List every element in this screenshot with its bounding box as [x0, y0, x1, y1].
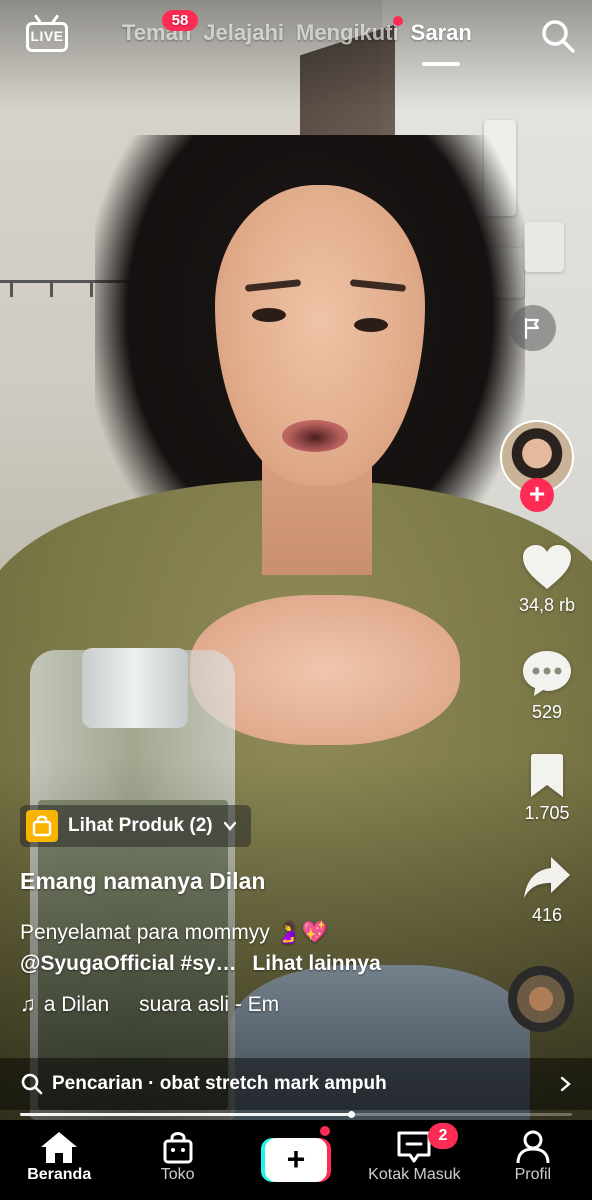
product-link-chip[interactable]: Lihat Produk (2) [20, 805, 251, 847]
tab-label: Mengikuti [296, 20, 399, 45]
see-more-link[interactable]: Lihat lainnya [252, 952, 380, 975]
report-button[interactable] [510, 305, 556, 351]
person-eye [354, 318, 388, 332]
action-column: + 34,8 rb 529 1.705 416 [500, 0, 592, 1120]
nav-profile[interactable]: Profil [474, 1120, 592, 1200]
flag-icon [524, 317, 540, 340]
tab-jelajahi[interactable]: Jelajahi [203, 20, 284, 56]
save-action[interactable]: 1.705 [502, 753, 592, 824]
sound-original: suara asli - Em [139, 993, 280, 1016]
comment-icon [523, 651, 571, 696]
sound-title: a Dilan [43, 993, 110, 1016]
nav-label: Kotak Masuk [368, 1166, 461, 1183]
share-count: 416 [531, 905, 563, 925]
create-button[interactable]: + [261, 1138, 332, 1182]
caption-text: Penyelamat para mommyy 🤰💖 [20, 921, 328, 944]
person-mouth [282, 420, 348, 452]
live-tv-icon[interactable]: LIVE [26, 14, 68, 54]
author-name[interactable]: Emang namanya Dilan [20, 868, 265, 895]
active-tab-indicator [422, 62, 461, 66]
nav-shop[interactable]: Toko [118, 1120, 331, 1200]
nav-label: Toko [160, 1166, 195, 1183]
notification-dot [392, 16, 403, 26]
tab-saran[interactable]: Saran [410, 20, 472, 66]
nav-label: Beranda [27, 1166, 92, 1183]
like-count: 34,8 rb [518, 595, 576, 615]
like-action[interactable]: 34,8 rb [502, 543, 592, 616]
live-label: LIVE [30, 28, 64, 44]
chevron-right-icon [560, 1076, 571, 1092]
plus-icon: + [265, 1138, 328, 1182]
shopping-bag-icon [26, 810, 58, 842]
bottom-navigation: Beranda Toko + Kotak Masuk Profil [0, 1120, 592, 1200]
caption-tags[interactable]: @SyugaOfficial #sy… [20, 952, 237, 975]
tab-label: Saran [410, 20, 472, 45]
inbox-count-badge: 2 [428, 1123, 458, 1149]
search-suggestion-bar[interactable]: Pencarian · obat stretch mark ampuh [0, 1058, 592, 1110]
nav-label: Profil [514, 1166, 552, 1183]
tab-teman[interactable]: Teman 58 [122, 10, 198, 56]
sound-marquee[interactable]: ♫ a Dilan suara asli - Em [20, 993, 279, 1017]
person-eye [252, 308, 286, 322]
feed-tabs: Teman 58 Jelajahi Mengikuti Saran [122, 10, 472, 66]
sound-disc[interactable] [508, 966, 574, 1032]
comment-count: 529 [531, 702, 563, 722]
save-count: 1.705 [524, 803, 570, 823]
heart-icon [523, 545, 571, 589]
bookmark-icon [531, 754, 563, 797]
product-bottle-cap [82, 648, 188, 728]
follow-button[interactable]: + [520, 478, 554, 512]
friends-count-badge: 58 [162, 10, 198, 31]
nav-create[interactable]: + [237, 1120, 355, 1200]
product-link-label: Lihat Produk (2) [68, 815, 213, 836]
playback-progress-fill [20, 1113, 352, 1116]
search-suggestion-text: Pencarian · obat stretch mark ampuh [52, 1073, 387, 1094]
shop-bag-icon [163, 1132, 193, 1164]
share-action[interactable]: 416 [502, 855, 592, 926]
tab-mengikuti[interactable]: Mengikuti [296, 16, 403, 56]
tab-label: Jelajahi [203, 20, 284, 45]
chevron-down-icon [223, 821, 236, 831]
search-icon [21, 1073, 43, 1095]
profile-icon [516, 1130, 550, 1164]
share-arrow-icon [524, 857, 570, 898]
comment-action[interactable]: 529 [502, 648, 592, 723]
playback-progress-bar[interactable] [20, 1111, 572, 1118]
post-caption[interactable]: Penyelamat para mommyy 🤰💖 @SyugaOfficial… [20, 917, 500, 979]
music-note-icon: ♫ [20, 993, 36, 1016]
nav-home[interactable]: Beranda [0, 1120, 118, 1200]
home-icon [41, 1132, 78, 1163]
